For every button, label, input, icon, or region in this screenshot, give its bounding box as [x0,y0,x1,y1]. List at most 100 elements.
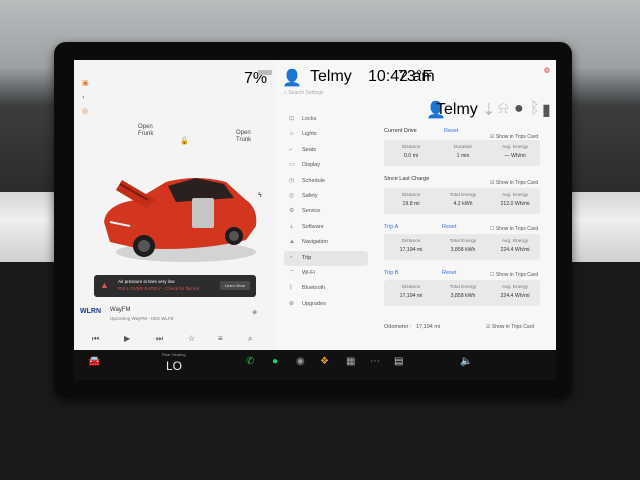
parking-icon: ▣ [82,80,89,87]
download-icon: ⇣ [289,223,295,230]
stat-value: 0.0 mi [403,153,419,159]
open-trunk-button[interactable]: Open Trunk [236,130,251,144]
learn-more-button[interactable]: Learn More [220,281,250,290]
menu-item-label: Navigation [302,239,328,246]
menu-item-schedule[interactable]: ◷ Schedule [284,174,368,189]
menu-item-display[interactable]: ▭ Display [284,158,368,173]
stat-key: Avg. Energy [501,193,529,198]
battery-icon [258,70,272,75]
menu-item-label: Safety [302,192,318,199]
status-user[interactable]: Telmy [310,68,352,86]
menu-item-safety[interactable]: ◎ Safety [284,189,368,204]
alert-subtitle: PULL OVER SAFELY - Check for flat tire [118,286,200,291]
station-logo: WLRN [80,308,101,315]
reset-trip-b-button[interactable]: Reset [442,270,456,276]
notification-icon[interactable]: ● [514,100,524,118]
dashcam-icon[interactable]: ▤ [394,356,403,367]
upgrade-icon: ⊕ [289,300,295,307]
menu-item-label: Seats [302,146,317,153]
lock-icon: ⊡ [289,116,295,122]
frunk-label-line1: Open [138,124,153,130]
menu-item-label: Upgrades [302,300,326,307]
calendar-icon[interactable]: ▦ [346,356,355,367]
reset-trip-a-button[interactable]: Reset [442,224,456,230]
section-title: Trip A [384,224,399,230]
stat-key: Duration [453,145,473,150]
stat-value: 4.2 kWh [453,201,473,207]
tire-pressure-alert[interactable]: ▲ Air pressure in tires very low PULL OV… [94,275,256,297]
menu-item-label: Trip [302,254,312,261]
wifi-icon: ⌔ [289,269,295,276]
bluetooth-status-icon[interactable]: ᛒ [530,100,540,118]
next-icon[interactable]: ⏭ [156,334,163,344]
alert-title: Air pressure in tires very low [118,279,175,284]
favorite-icon[interactable]: ☆ [188,334,195,343]
settings-menu: ⊡ Locks ☼ Lights ⌐ Seats ▭ Display ◷ Schedule… [284,112,368,312]
profile-icon[interactable]: 👤 [282,68,302,88]
equalizer-icon[interactable]: ◈ [252,309,257,317]
light-icon: ☼ [289,131,295,138]
menu-item-software[interactable]: ⇣ Software [284,220,368,235]
stat-value: 19.8 mi [402,201,420,207]
stat-value: 212.0 Wh/mi [500,201,530,207]
stat-key: Distance [401,145,421,150]
menu-item-bluetooth[interactable]: ᛒ Bluetooth [284,281,368,296]
stat-key: Total Energy [449,239,477,244]
seat-icon: ⌐ [289,146,293,153]
stat-key: Total Energy [449,285,477,290]
status-temp: 73°F [398,68,432,85]
warning-tire-icon: ◎ [82,108,89,115]
search-icon[interactable]: ⌕ [248,334,252,344]
spotify-icon[interactable]: ● [272,356,278,367]
stat-value: 3,858 kWh [450,247,476,253]
search-settings-input[interactable]: ⌕ Search Settings [284,90,394,102]
library-icon[interactable]: ≡ [218,334,223,343]
stat-box: Distance 19.8 mi Total Energy 4.2 kWh Avg.… [384,188,540,214]
checkbox-label: Show in Trips Card [491,324,535,330]
settings-panel: 👤 Telmy 10:42 am 73°F ◍ ⌕ Search Setting… [276,60,556,350]
reset-current-drive-button[interactable]: Reset [444,128,458,134]
trip-user[interactable]: Telmy [436,101,478,119]
warning-icon: ▲ [100,280,109,290]
apps-icon[interactable]: ❖ [320,356,329,367]
station-subtitle: Upcoming WayFM - HD2 WLFE [110,316,174,321]
menu-item-seats[interactable]: ⌐ Seats [284,143,368,158]
menu-item-service[interactable]: ⚙ Service [284,204,368,219]
camera-icon[interactable]: ◉ [296,356,305,367]
menu-item-locks[interactable]: ⊡ Locks [284,112,368,127]
climate-temp[interactable]: LO [166,359,182,373]
lock-icon[interactable]: 🔓 [180,138,189,146]
signal-icon: ▮ [542,102,551,119]
menu-item-upgrades[interactable]: ⊕ Upgrades [284,297,368,312]
station-name: WayFM [110,307,131,313]
stat-key: Avg. Energy [501,285,529,290]
more-icon[interactable]: ⋯ [370,356,380,367]
stat-value: — Wh/mi [504,153,526,159]
phone-icon[interactable]: ✆ [246,356,254,367]
volume-icon[interactable]: 🔈 [460,356,472,367]
car-icon[interactable]: 🚘 [88,356,100,367]
menu-item-navigation[interactable]: ▲ Navigation [284,235,368,250]
menu-item-trip[interactable]: ◔ Trip [284,250,368,266]
play-icon[interactable]: ▶ [124,334,130,343]
show-in-trips-checkbox[interactable]: ☑ Show in Trips Card [486,324,534,330]
section-title: Current Drive [384,128,417,134]
display-icon: ▭ [289,162,295,169]
stat-value: 224.4 Wh/mi [500,293,530,299]
car-panel: ▣ ◐ ◎ 7% Open Frunk 🔓 Open Trunk ϟ ▲ Air… [74,60,276,350]
menu-item-label: Lights [302,131,317,138]
frunk-label-line2: Frunk [138,131,154,137]
show-in-trips-checkbox[interactable]: ☑ Show in Trips Card [490,180,538,186]
trunk-label-line1: Open [236,130,251,136]
show-in-trips-checkbox[interactable]: ☐ Show in Trips Card [490,272,538,278]
previous-icon[interactable]: ⏮ [92,334,99,344]
open-frunk-button[interactable]: Open Frunk [138,124,153,138]
download-icon[interactable]: ⇣ [482,100,495,120]
menu-item-lights[interactable]: ☼ Lights [284,127,368,142]
menu-item-wifi[interactable]: ⌔ Wi-Fi [284,266,368,281]
checkbox-label: Show in Trips Card [495,180,539,186]
stat-key: Total Energy [449,193,477,198]
bell-icon[interactable]: ⍾ [498,100,509,118]
show-in-trips-checkbox[interactable]: ☐ Show in Trips Card [490,226,538,232]
search-placeholder: Search Settings [288,90,324,96]
